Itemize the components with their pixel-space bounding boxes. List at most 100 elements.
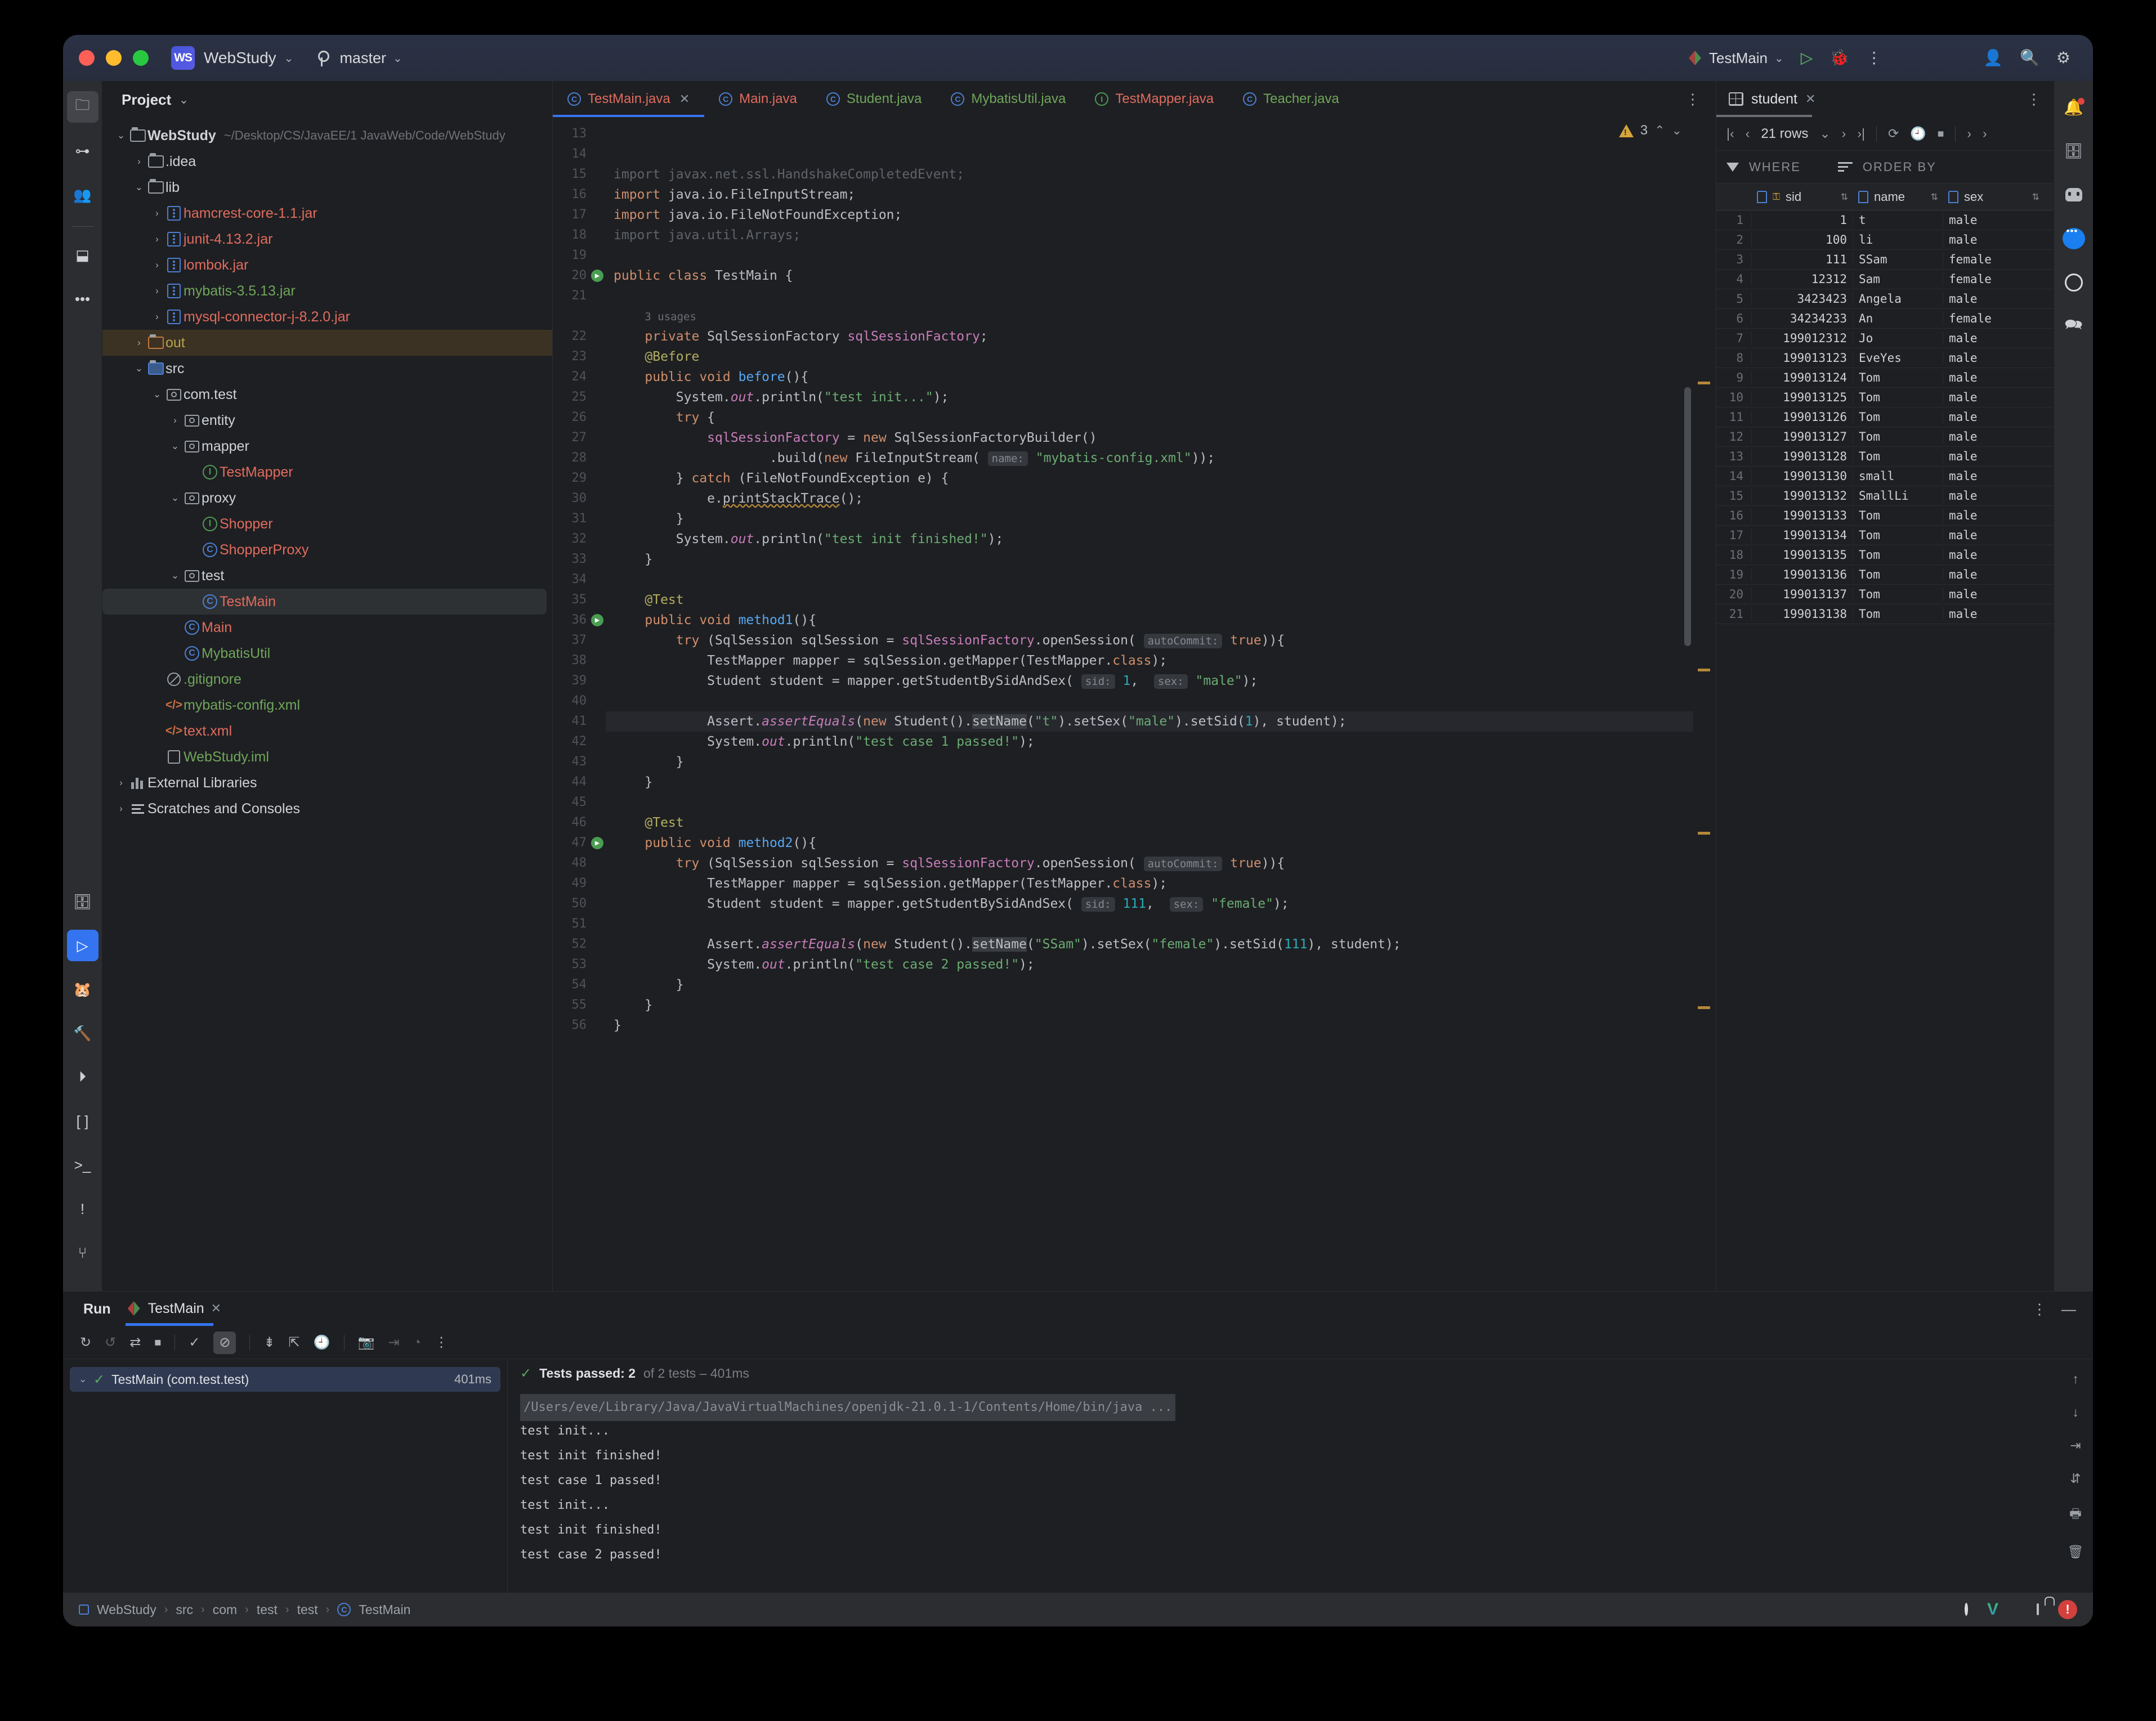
tree-item-hamcrest-core-1-1-jar[interactable]: ›hamcrest-core-1.1.jar [102, 200, 552, 226]
gutter-line[interactable]: 21 [553, 286, 606, 306]
cell-name[interactable]: Angela [1853, 292, 1943, 306]
editor-tabs-more-icon[interactable]: ⋮ [1685, 81, 1716, 117]
cell-sid[interactable]: 12312 [1751, 272, 1853, 286]
rerun-icon[interactable]: ↻ [80, 1334, 91, 1351]
tree-expand-arrow[interactable]: › [114, 803, 128, 814]
code-line[interactable]: @Before [606, 347, 1716, 367]
close-icon[interactable]: ✕ [1805, 92, 1815, 106]
code-line[interactable]: try (SqlSession sqlSession = sqlSessionF… [606, 853, 1716, 873]
cell-sex[interactable]: male [1943, 489, 2044, 503]
code-line[interactable]: import java.io.FileInputStream; [606, 185, 1716, 205]
gutter-line[interactable]: 49 [553, 873, 606, 894]
code-editor[interactable]: 1314151617181920▶21222324252627282930313… [553, 117, 1716, 1291]
code-line[interactable] [606, 914, 1716, 934]
more-actions-icon[interactable]: ⋮ [2032, 1301, 2047, 1318]
cell-sid[interactable]: 199013123 [1751, 351, 1853, 365]
first-page-icon[interactable]: |‹ [1726, 126, 1734, 141]
gutter-line[interactable]: 55 [553, 995, 606, 1015]
gutter-line[interactable]: 50 [553, 894, 606, 914]
stop-icon[interactable]: ⏹ [154, 1335, 161, 1351]
gutter-line[interactable]: 43 [553, 752, 606, 772]
database-result-table[interactable]: ⚿ sid ⇅ name ⇅ sex ⇅ 11tmale21 [1716, 183, 2054, 1291]
cell-sid[interactable]: 199013132 [1751, 489, 1853, 503]
column-header-name[interactable]: name ⇅ [1853, 190, 1943, 204]
code-line[interactable]: private SqlSessionFactory sqlSessionFact… [606, 326, 1716, 347]
tree-item-gitignore[interactable]: .gitignore [102, 666, 552, 692]
cell-sid[interactable]: 199013133 [1751, 509, 1853, 522]
tree-item-testmapper[interactable]: ITestMapper [102, 459, 552, 485]
history-icon[interactable]: 🕘 [1910, 126, 1926, 141]
cell-name[interactable]: EveYes [1853, 351, 1943, 365]
sort-arrows-icon[interactable]: ⇅ [1841, 191, 1853, 203]
plugins-icon[interactable]: ⬓ [67, 239, 99, 271]
scroll-up-icon[interactable]: ↑ [2072, 1372, 2079, 1387]
tree-item-src[interactable]: ⌄src [102, 356, 552, 382]
last-page-icon[interactable]: ›| [1857, 126, 1865, 141]
gutter-line[interactable]: 52 [553, 934, 606, 954]
code-line[interactable]: TestMapper mapper = sqlSession.getMapper… [606, 873, 1716, 894]
test-results-tree[interactable]: ⌄ ✓ TestMain (com.test.test) 401ms [63, 1359, 508, 1593]
table-row[interactable]: 12199013127Tommale [1716, 427, 2054, 447]
gutter-line[interactable]: 13 [553, 124, 606, 144]
add-user-icon[interactable]: 👤 [1983, 50, 2003, 66]
editor-tab-student[interactable]: CStudent.java [812, 81, 936, 117]
cell-name[interactable]: Tom [1853, 568, 1943, 581]
tree-item-shopper[interactable]: IShopper [102, 511, 552, 537]
code-line[interactable]: import java.io.FileNotFoundException; [606, 205, 1716, 225]
project-tree[interactable]: ⌄WebStudy~/Desktop/CS/JavaEE/1 JavaWeb/C… [102, 118, 552, 1291]
gutter-line[interactable]: 26 [553, 407, 606, 428]
branch-selector[interactable]: master ⌄ [318, 50, 402, 67]
chevron-down-icon[interactable]: ⌄ [79, 1374, 93, 1385]
column-header-sex[interactable]: sex ⇅ [1943, 190, 2044, 204]
settings-gear-icon[interactable]: ⚙ [2056, 50, 2070, 66]
cell-sid[interactable]: 3423423 [1751, 292, 1853, 306]
cell-name[interactable]: Tom [1853, 607, 1943, 621]
run-gutter-icon[interactable]: ▶ [591, 270, 603, 282]
gutter-line[interactable]: 51 [553, 914, 606, 934]
openai-icon[interactable] [2058, 267, 2090, 298]
cell-sid[interactable]: 1 [1751, 213, 1853, 227]
scroll-down-icon[interactable]: ↓ [2072, 1405, 2079, 1420]
gutter-line[interactable]: 30 [553, 488, 606, 509]
cell-name[interactable]: Tom [1853, 410, 1943, 424]
expand-icon[interactable]: › [1967, 126, 1971, 141]
tree-item-idea[interactable]: ›.idea [102, 149, 552, 174]
run-tab-testmain[interactable]: TestMain ✕ [128, 1301, 221, 1318]
cell-sid[interactable]: 199013127 [1751, 430, 1853, 443]
tree-expand-arrow[interactable]: ⌄ [132, 182, 146, 193]
gutter-line[interactable]: 54 [553, 975, 606, 995]
code-line[interactable]: System.out.println("test init finished!"… [606, 529, 1716, 549]
gutter-line[interactable]: 40 [553, 691, 606, 711]
tree-item-mybatis-3-5-13-jar[interactable]: ›mybatis-3.5.13.jar [102, 278, 552, 304]
code-line[interactable]: } [606, 549, 1716, 570]
cell-name[interactable]: Tom [1853, 509, 1943, 522]
clear-all-icon[interactable]: 🗑 [2067, 1544, 2083, 1559]
unlock-icon[interactable] [2037, 1605, 2039, 1615]
screenshot-icon[interactable]: 📷 [358, 1334, 375, 1351]
code-line[interactable]: try { [606, 407, 1716, 428]
tree-expand-arrow[interactable]: › [150, 259, 164, 271]
project-panel-header[interactable]: Project ⌄ [102, 81, 552, 118]
tree-item-mapper[interactable]: ⌄mapper [102, 433, 552, 459]
build-hammer-icon[interactable]: 🔨 [67, 1018, 99, 1049]
editor-scrollbar[interactable] [1684, 387, 1691, 646]
gutter-line[interactable]: 48 [553, 853, 606, 873]
gutter-line[interactable]: 39 [553, 671, 606, 691]
search-icon[interactable]: 🔍 [2020, 50, 2039, 66]
next-page-icon[interactable]: › [1842, 126, 1846, 141]
code-line[interactable]: public void method2(){ [606, 833, 1716, 853]
code-line[interactable]: 3 usages [606, 306, 1716, 326]
cell-sex[interactable]: female [1943, 312, 2044, 325]
editor-tab-testmapper[interactable]: ITestMapper.java [1080, 81, 1228, 117]
cell-sex[interactable]: male [1943, 292, 2044, 306]
code-line[interactable]: } catch (FileNotFoundException e) { [606, 468, 1716, 488]
close-icon[interactable]: ✕ [211, 1301, 221, 1316]
breadcrumb-item[interactable]: com [213, 1602, 237, 1617]
rerun-failed-icon[interactable]: ↺ [105, 1334, 116, 1351]
tree-item-webstudy[interactable]: ⌄WebStudy~/Desktop/CS/JavaEE/1 JavaWeb/C… [102, 123, 552, 149]
cell-sid[interactable]: 199013124 [1751, 371, 1853, 384]
order-by-label[interactable]: ORDER BY [1863, 160, 1936, 174]
tree-item-external-libraries[interactable]: ›External Libraries [102, 770, 552, 796]
code-line[interactable]: System.out.println("test case 1 passed!"… [606, 732, 1716, 752]
table-row[interactable]: 53423423Angelamale [1716, 289, 2054, 309]
